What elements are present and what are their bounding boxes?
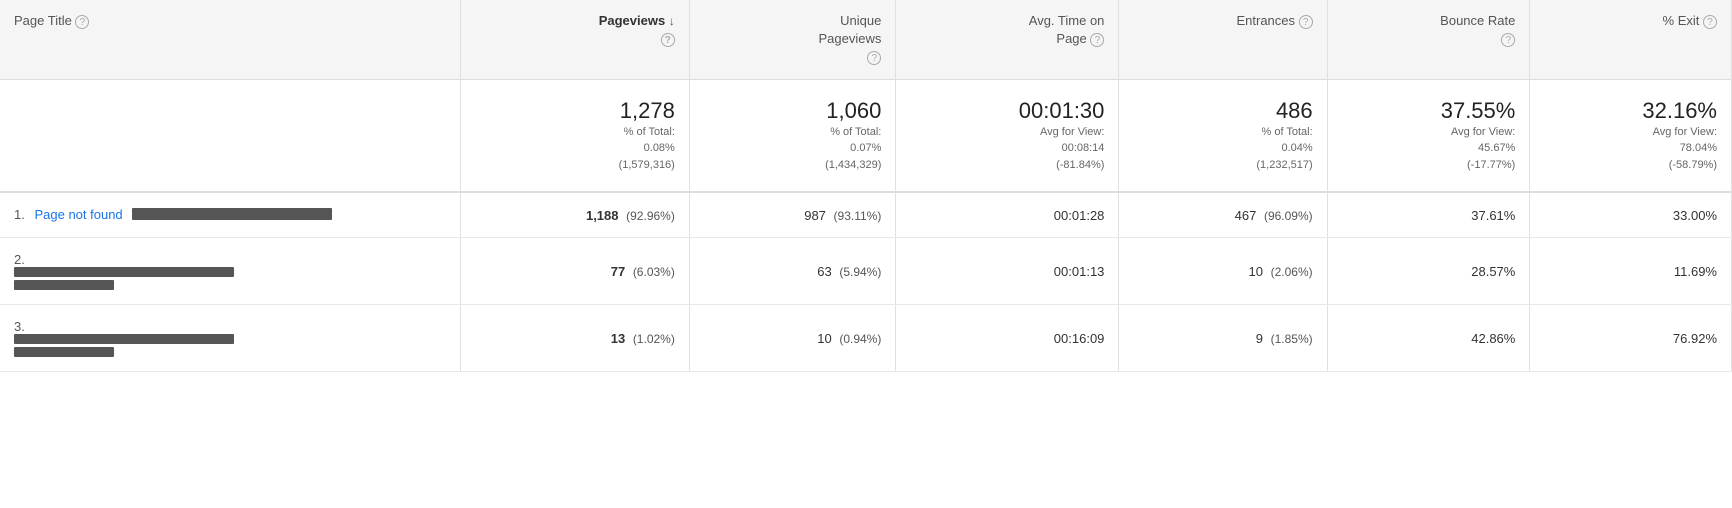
row2-pageviews: 77 (6.03%) [460,238,689,305]
col-header-entrances: Entrances ? [1119,0,1327,79]
row3-pageviews-main: 13 [611,331,625,346]
exit-help-icon[interactable]: ? [1703,15,1717,29]
col-header-avg-time: Avg. Time onPage ? [896,0,1119,79]
unique-pageviews-help-icon[interactable]: ? [867,51,881,65]
row1-unique-pct: (93.11%) [834,209,882,223]
row1-bar [132,208,332,220]
summary-entrances-sub: % of Total: 0.04% (1,232,517) [1133,124,1312,174]
row1-entrances: 467 (96.09%) [1119,192,1327,238]
bounce-rate-label: Bounce Rate [1440,13,1515,28]
row1-avg-time: 00:01:28 [896,192,1119,238]
row1-unique: 987 (93.11%) [689,192,896,238]
table-row: 1. Page not found 1,188 (92.96%) 987 (93… [0,192,1732,238]
row1-page-col: 1. Page not found [0,192,460,238]
entrances-help-icon[interactable]: ? [1299,15,1313,29]
row2-unique: 63 (5.94%) [689,238,896,305]
table-row: 3. 13 (1.02%) 10 (0.94%) 00:16:09 9 (1.8… [0,305,1732,372]
summary-bounce-rate: 37.55% Avg for View: 45.67% (-17.77%) [1327,79,1530,192]
row3-pageviews-pct: (1.02%) [633,332,675,346]
row2-unique-pct: (5.94%) [839,265,881,279]
exit-label: % Exit [1663,13,1700,28]
entrances-label: Entrances [1236,13,1295,28]
row2-num: 2. [14,252,25,267]
summary-unique-main: 1,060 [704,98,882,124]
summary-exit-sub: Avg for View: 78.04% (-58.79%) [1544,124,1717,174]
row3-exit: 76.92% [1530,305,1732,372]
row1-entrances-pct: (96.09%) [1264,209,1313,223]
row2-page-redacted-line1 [14,267,446,290]
row2-entrances-main: 10 [1249,264,1263,279]
summary-bounce-sub: Avg for View: 45.67% (-17.77%) [1342,124,1516,174]
summary-exit-main: 32.16% [1544,98,1717,124]
row1-unique-main: 987 [804,208,826,223]
row3-entrances: 9 (1.85%) [1119,305,1327,372]
row2-entrances: 10 (2.06%) [1119,238,1327,305]
summary-avg-time-main: 00:01:30 [910,98,1104,124]
row1-pageviews-pct: (92.96%) [626,209,675,223]
col-header-unique-pageviews: UniquePageviews ? [689,0,896,79]
row3-unique-pct: (0.94%) [839,332,881,346]
row3-page-col: 3. [0,305,460,372]
summary-page-col [0,79,460,192]
row3-page-redacted [14,334,446,357]
summary-unique-sub: % of Total: 0.07% (1,434,329) [704,124,882,174]
row1-entrances-main: 467 [1235,208,1257,223]
bounce-rate-help-icon[interactable]: ? [1501,33,1515,47]
sort-down-icon[interactable]: ↓ [669,13,675,30]
col-header-exit: % Exit ? [1530,0,1732,79]
row3-unique: 10 (0.94%) [689,305,896,372]
summary-pageviews: 1,278 % of Total: 0.08% (1,579,316) [460,79,689,192]
row3-entrances-pct: (1.85%) [1271,332,1313,346]
summary-pageviews-sub: % of Total: 0.08% (1,579,316) [475,124,675,174]
row3-unique-main: 10 [817,331,831,346]
summary-avg-time-sub: Avg for View: 00:08:14 (-81.84%) [910,124,1104,174]
summary-entrances-main: 486 [1133,98,1312,124]
summary-row: 1,278 % of Total: 0.08% (1,579,316) 1,06… [0,79,1732,192]
row3-num: 3. [14,319,25,334]
summary-bounce-main: 37.55% [1342,98,1516,124]
summary-exit: 32.16% Avg for View: 78.04% (-58.79%) [1530,79,1732,192]
row2-exit: 11.69% [1530,238,1732,305]
row2-avg-time: 00:01:13 [896,238,1119,305]
row2-pageviews-main: 77 [611,264,625,279]
row2-page-col: 2. [0,238,460,305]
avg-time-help-icon[interactable]: ? [1090,33,1104,47]
row3-bounce: 42.86% [1327,305,1530,372]
row3-pageviews: 13 (1.02%) [460,305,689,372]
row1-num: 1. [14,207,25,222]
pageviews-help-icon[interactable]: ? [661,33,675,47]
row2-entrances-pct: (2.06%) [1271,265,1313,279]
row1-bounce: 37.61% [1327,192,1530,238]
row1-page-link[interactable]: Page not found [34,207,122,222]
row2-pageviews-pct: (6.03%) [633,265,675,279]
row1-bar-container [132,208,332,223]
summary-pageviews-main: 1,278 [475,98,675,124]
col-header-page-title: Page Title ? [0,0,460,79]
pageviews-label: Pageviews [599,13,666,28]
page-title-label: Page Title [14,13,72,28]
unique-pageviews-label: UniquePageviews [818,13,881,46]
row2-bounce: 28.57% [1327,238,1530,305]
row3-avg-time: 00:16:09 [896,305,1119,372]
page-title-help-icon[interactable]: ? [75,15,89,29]
row1-pageviews-main: 1,188 [586,208,619,223]
row3-entrances-main: 9 [1256,331,1263,346]
row1-pageviews: 1,188 (92.96%) [460,192,689,238]
col-header-pageviews: Pageviews ↓ ? [460,0,689,79]
table-row: 2. 77 (6.03%) 63 (5.94%) 00:01:13 10 (2.… [0,238,1732,305]
summary-entrances: 486 % of Total: 0.04% (1,232,517) [1119,79,1327,192]
summary-avg-time: 00:01:30 Avg for View: 00:08:14 (-81.84%… [896,79,1119,192]
col-header-bounce-rate: Bounce Rate ? [1327,0,1530,79]
row2-unique-main: 63 [817,264,831,279]
summary-unique-pageviews: 1,060 % of Total: 0.07% (1,434,329) [689,79,896,192]
row1-exit: 33.00% [1530,192,1732,238]
